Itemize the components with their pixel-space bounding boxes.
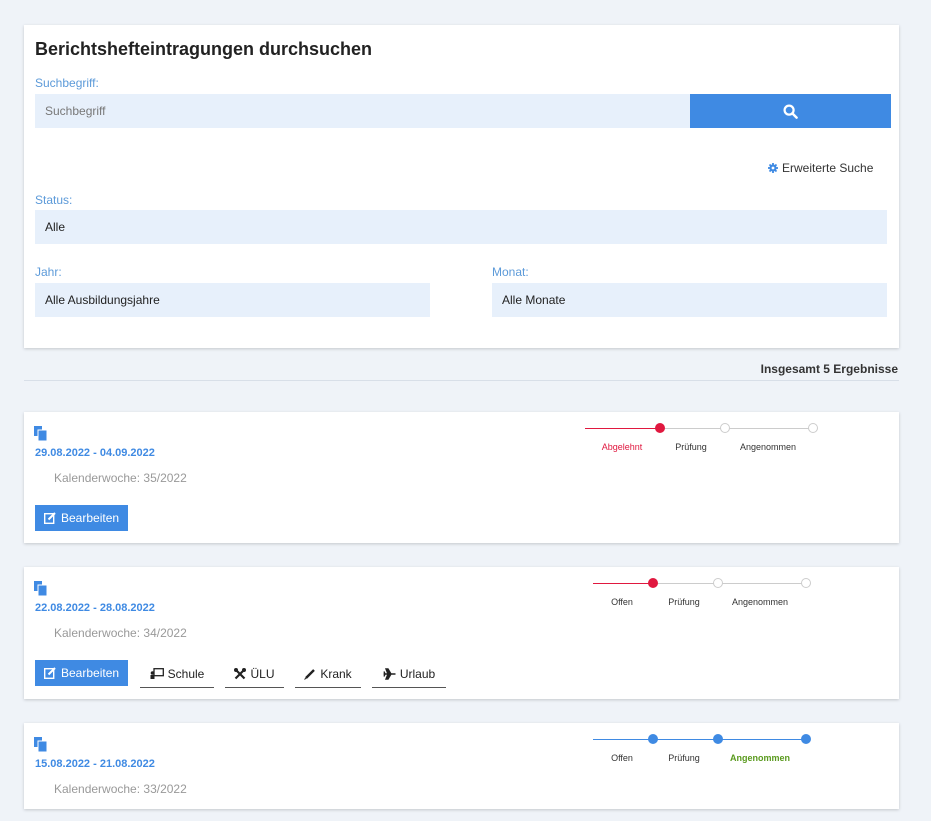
step-line [660,428,813,429]
year-label: Jahr: [35,265,62,279]
step-label-review: Prüfung [668,753,700,763]
syringe-icon [304,668,316,680]
step-dot-active [655,423,665,433]
search-button[interactable] [690,94,891,128]
step-label-review: Prüfung [675,442,707,452]
edit-icon [44,667,56,679]
edit-button[interactable]: Bearbeiten [35,505,129,531]
status-stepper: Abgelehnt Prüfung Angenommen [24,412,899,472]
month-label: Monat: [492,265,529,279]
entry-card: 22.08.2022 - 28.08.2022 Kalenderwoche: 3… [24,567,899,699]
entry-calendar-week: Kalenderwoche: 34/2022 [54,626,187,640]
school-button[interactable]: Schule [140,660,214,688]
step-label-open: Offen [611,753,633,763]
step-label-rejected: Abgelehnt [601,442,643,452]
ulu-button[interactable]: ÜLU [225,660,284,688]
entry-card: 15.08.2022 - 21.08.2022 Kalenderwoche: 3… [24,723,899,809]
divider [24,380,899,381]
step-line [593,739,806,740]
tools-icon [234,667,247,679]
step-dot-active [801,734,811,744]
step-line [585,428,660,429]
edit-button[interactable]: Bearbeiten [35,660,129,686]
search-term-label: Suchbegriff: [35,76,99,90]
status-stepper: Offen Prüfung Angenommen [24,723,899,783]
step-dot [808,423,818,433]
plane-icon [383,667,396,680]
step-dot-active [648,578,658,588]
advanced-search-label: Erweiterte Suche [782,161,874,175]
step-line [593,583,653,584]
sick-button[interactable]: Krank [295,660,361,688]
ulu-label: ÜLU [250,666,275,681]
edit-icon [44,512,56,524]
step-dot [801,578,811,588]
vacation-label: Urlaub [399,666,436,681]
step-dot [720,423,730,433]
step-label-accepted: Angenommen [739,442,797,452]
step-label-accepted: Angenommen [731,597,789,607]
search-icon [783,103,798,119]
status-select[interactable]: Alle [35,210,887,244]
edit-label: Bearbeiten [61,666,120,680]
results-count: Insgesamt 5 Ergebnisse [760,362,898,376]
gear-icon [768,163,778,173]
search-input[interactable]: Suchbegriff [35,94,690,128]
step-label-accepted: Angenommen [729,753,791,763]
edit-label: Bearbeiten [61,511,120,525]
entry-calendar-week: Kalenderwoche: 33/2022 [54,782,187,796]
step-dot [713,578,723,588]
step-dot [648,734,658,744]
status-label: Status: [35,193,73,207]
page-title: Berichtshefteintragungen durchsuchen [35,39,373,59]
school-label: Schule [167,666,205,681]
status-stepper: Offen Prüfung Angenommen [24,567,899,627]
step-line [653,583,806,584]
step-dot [713,734,723,744]
school-icon [150,668,164,679]
year-select[interactable]: Alle Ausbildungsjahre [35,283,430,317]
step-label-review: Prüfung [668,597,700,607]
sick-label: Krank [320,666,352,681]
entry-card: 29.08.2022 - 04.09.2022 Kalenderwoche: 3… [24,412,899,543]
search-card: Berichtshefteintragungen durchsuchen Suc… [24,25,899,348]
step-label-open: Offen [611,597,633,607]
month-select[interactable]: Alle Monate [492,283,887,317]
entry-calendar-week: Kalenderwoche: 35/2022 [54,471,187,485]
advanced-search-link[interactable]: Erweiterte Suche [768,161,873,175]
vacation-button[interactable]: Urlaub [372,660,446,688]
